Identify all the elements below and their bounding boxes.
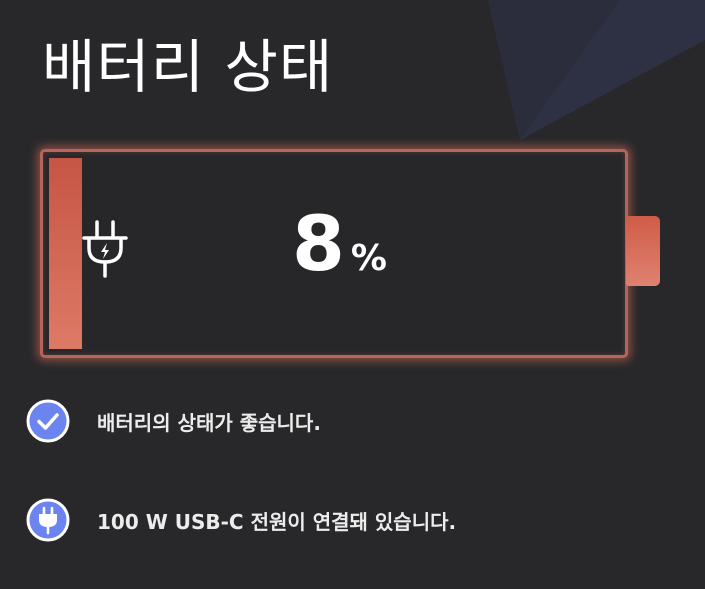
status-text-health: 배터리의 상태가 좋습니다. [97,410,321,435]
battery-terminal [626,216,660,286]
page-title: 배터리 상태 [42,33,334,101]
plug-icon [82,220,128,278]
battery-percent-value: 8 [292,199,345,288]
plug-circle-icon [26,498,70,542]
battery-percentage: 8 % [292,206,387,282]
battery-percent-sign: % [350,238,387,279]
battery-level-fill [49,158,82,349]
status-row-power: 100 W USB-C 전원이 연결돼 있습니다. [26,498,456,542]
status-row-health: 배터리의 상태가 좋습니다. [26,399,321,443]
status-text-power: 100 W USB-C 전원이 연결돼 있습니다. [97,509,457,534]
check-circle-icon [26,399,70,443]
